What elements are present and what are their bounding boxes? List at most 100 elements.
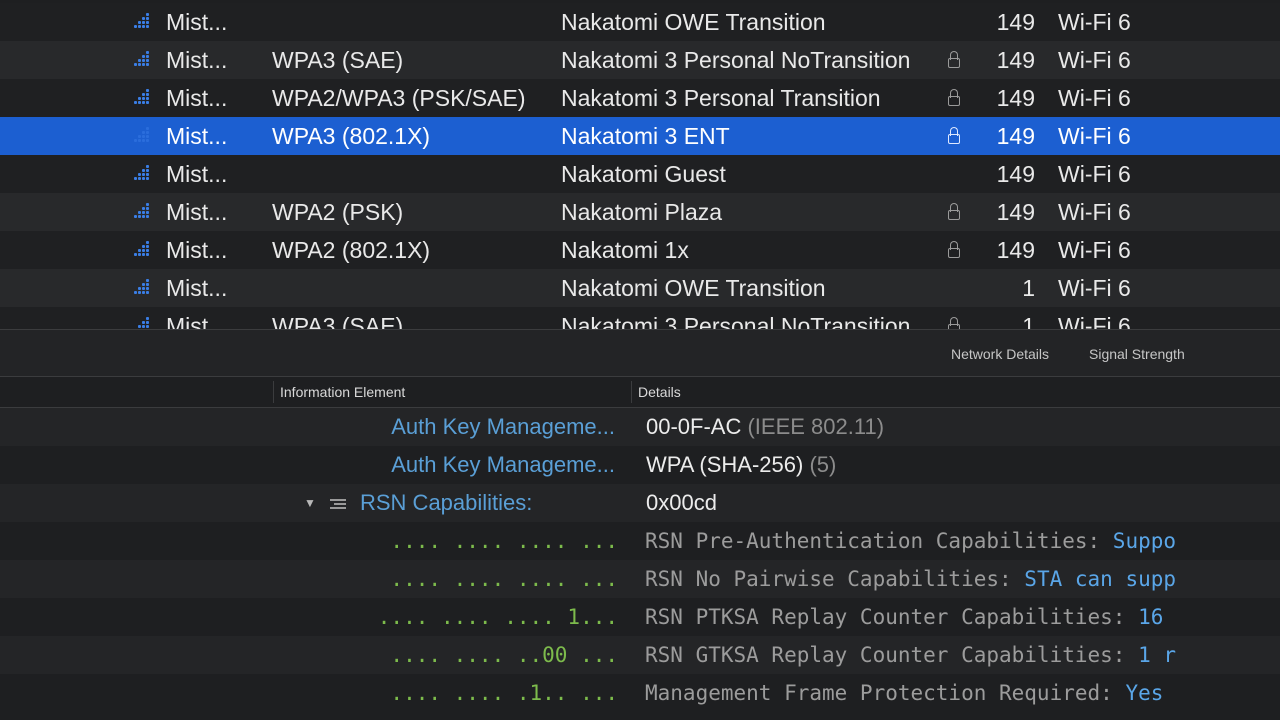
bitfield-row[interactable]: .... .... .... ... RSN Pre-Authenticatio…	[0, 522, 1280, 560]
network-row[interactable]: Mist... WPA2 (PSK) Nakatomi Plaza 149 Wi-Fi …	[0, 193, 1280, 231]
network-ssid: Nakatomi Guest	[561, 161, 726, 187]
network-security: WPA2/WPA3 (PSK/SAE)	[272, 85, 526, 111]
signal-strength-icon	[134, 3, 156, 41]
network-row[interactable]: Mist... WPA3 (802.1X) Nakatomi 3 ENT 149 Wi-…	[0, 117, 1280, 155]
column-header-information-element[interactable]: Information Element	[280, 384, 405, 400]
network-security: WPA3 (802.1X)	[272, 123, 431, 149]
bitfield-detail: Management Frame Protection Required: Ye…	[645, 674, 1163, 712]
ie-value: 00-0F-AC (IEEE 802.11)	[646, 408, 884, 446]
bitfield-label: RSN Pre-Authentication Capabilities:	[645, 529, 1113, 553]
lock-icon	[946, 193, 964, 231]
network-phy-mode: Wi-Fi 6	[1058, 199, 1131, 225]
bitfield-row[interactable]: .... .... .1.. ... Management Frame Prot…	[0, 674, 1280, 712]
network-row[interactable]: Mist... WPA2 (802.1X) Nakatomi 1x 149 Wi-Fi …	[0, 231, 1280, 269]
network-security: WPA2 (PSK)	[272, 199, 404, 225]
ie-value-extra: (5)	[809, 452, 837, 477]
network-row[interactable]: Mist... WPA3 (SAE) Nakatomi 3 Personal NoT…	[0, 41, 1280, 79]
bitfield-value: Yes	[1125, 681, 1164, 705]
network-row[interactable]: Mist... WPA2/WPA3 (PSK/SAE) Nakatomi 3 Per…	[0, 79, 1280, 117]
bitfield-detail: RSN PTKSA Replay Counter Capabilities: 1…	[645, 598, 1163, 636]
signal-strength-icon	[134, 41, 156, 79]
bitfield-mask: .... .... .... ...	[390, 567, 618, 591]
bitfield-label: RSN GTKSA Replay Counter Capabilities:	[645, 643, 1139, 667]
network-channel: 149	[996, 85, 1035, 111]
network-phy-mode: Wi-Fi 6	[1058, 275, 1131, 301]
network-channel: 149	[996, 123, 1035, 149]
bitfield-mask: .... .... .... 1...	[377, 605, 618, 629]
signal-strength-icon	[134, 269, 156, 307]
network-ssid: Nakatomi 3 Personal NoTransition	[561, 47, 911, 73]
network-name: Mist...	[166, 85, 228, 111]
bitfield-mask: .... .... .1.. ...	[390, 681, 618, 705]
lock-icon	[946, 307, 964, 330]
network-list[interactable]: Mist... Nakatomi OWE Transition 149 Wi-Fi 6…	[0, 0, 1280, 330]
network-name: Mist...	[166, 313, 228, 330]
bitfield-mask: .... .... .... ...	[390, 529, 618, 553]
network-channel: 149	[996, 9, 1035, 35]
bitfield-label: RSN PTKSA Replay Counter Capabilities:	[645, 605, 1139, 629]
network-channel: 149	[996, 161, 1035, 187]
disclosure-triangle-icon[interactable]: ▼	[304, 484, 316, 522]
detail-tab-bar: Network Details Signal Strength	[0, 330, 1280, 376]
network-ssid: Nakatomi 3 Personal Transition	[561, 85, 881, 111]
network-security: WPA2 (802.1X)	[272, 237, 431, 263]
ie-name: Auth Key Manageme...	[391, 414, 615, 439]
bitfield-detail: RSN Pre-Authentication Capabilities: Sup…	[645, 522, 1176, 560]
network-phy-mode: Wi-Fi 6	[1058, 313, 1131, 330]
bitfield-value: 1 r	[1138, 643, 1177, 667]
network-name: Mist...	[166, 237, 228, 263]
network-row[interactable]: Mist... Nakatomi OWE Transition 149 Wi-Fi 6	[0, 3, 1280, 41]
signal-strength-icon	[134, 193, 156, 231]
signal-strength-icon	[134, 117, 156, 155]
bitfield-mask: .... .... ..00 ...	[390, 643, 618, 667]
ie-name: Auth Key Manageme...	[391, 452, 615, 477]
network-name: Mist...	[166, 9, 228, 35]
bitfield-detail: RSN GTKSA Replay Counter Capabilities: 1…	[645, 636, 1176, 674]
bitfield-value: Suppo	[1112, 529, 1177, 553]
lock-icon	[946, 41, 964, 79]
list-icon	[330, 499, 346, 509]
ie-row-rsn-capabilities[interactable]: ▼ RSN Capabilities: 0x00cd	[0, 484, 1280, 522]
signal-strength-icon	[134, 79, 156, 117]
network-channel: 149	[996, 47, 1035, 73]
network-row[interactable]: Mist... Nakatomi OWE Transition 1 Wi-Fi 6	[0, 269, 1280, 307]
tab-signal-strength[interactable]: Signal Strength	[1089, 346, 1185, 362]
network-security: WPA3 (SAE)	[272, 47, 404, 73]
network-row[interactable]: Mist... Nakatomi Guest 149 Wi-Fi 6	[0, 155, 1280, 193]
ie-row[interactable]: Auth Key Manageme... WPA (SHA-256) (5)	[0, 446, 1280, 484]
ie-value: WPA (SHA-256) (5)	[646, 446, 836, 484]
column-separator[interactable]	[631, 381, 632, 403]
network-ssid: Nakatomi OWE Transition	[561, 9, 826, 35]
network-phy-mode: Wi-Fi 6	[1058, 9, 1131, 35]
signal-strength-icon	[134, 231, 156, 269]
network-name: Mist...	[166, 47, 228, 73]
ie-row[interactable]: Auth Key Manageme... 00-0F-AC (IEEE 802.…	[0, 408, 1280, 446]
network-name: Mist...	[166, 275, 228, 301]
network-phy-mode: Wi-Fi 6	[1058, 123, 1131, 149]
bitfield-detail: RSN No Pairwise Capabilities: STA can su…	[645, 560, 1176, 598]
signal-strength-icon	[134, 155, 156, 193]
ie-value-main: WPA (SHA-256)	[646, 452, 804, 477]
column-separator[interactable]	[273, 381, 274, 403]
network-ssid: Nakatomi 3 Personal NoTransition	[561, 313, 911, 330]
network-row[interactable]: Mist... WPA3 (SAE) Nakatomi 3 Personal NoT…	[0, 307, 1280, 330]
bitfield-row[interactable]: .... .... .... 1... RSN PTKSA Replay Cou…	[0, 598, 1280, 636]
column-header-details[interactable]: Details	[638, 384, 681, 400]
bitfield-row[interactable]: .... .... .... ... RSN No Pairwise Capab…	[0, 560, 1280, 598]
signal-strength-icon	[134, 307, 156, 330]
network-ssid: Nakatomi 3 ENT	[561, 123, 730, 149]
ie-value: 0x00cd	[646, 490, 717, 515]
network-phy-mode: Wi-Fi 6	[1058, 47, 1131, 73]
tab-network-details[interactable]: Network Details	[951, 346, 1049, 362]
network-name: Mist...	[166, 123, 228, 149]
network-phy-mode: Wi-Fi 6	[1058, 237, 1131, 263]
bitfield-row[interactable]: .... .... ..00 ... RSN GTKSA Replay Coun…	[0, 636, 1280, 674]
ie-value-main: 00-0F-AC	[646, 414, 742, 439]
lock-icon	[946, 231, 964, 269]
network-phy-mode: Wi-Fi 6	[1058, 85, 1131, 111]
bitfield-value: 16	[1138, 605, 1164, 629]
ie-name: RSN Capabilities:	[360, 490, 533, 515]
bitfield-label: RSN No Pairwise Capabilities:	[645, 567, 1025, 591]
network-ssid: Nakatomi Plaza	[561, 199, 723, 225]
network-name: Mist...	[166, 161, 228, 187]
